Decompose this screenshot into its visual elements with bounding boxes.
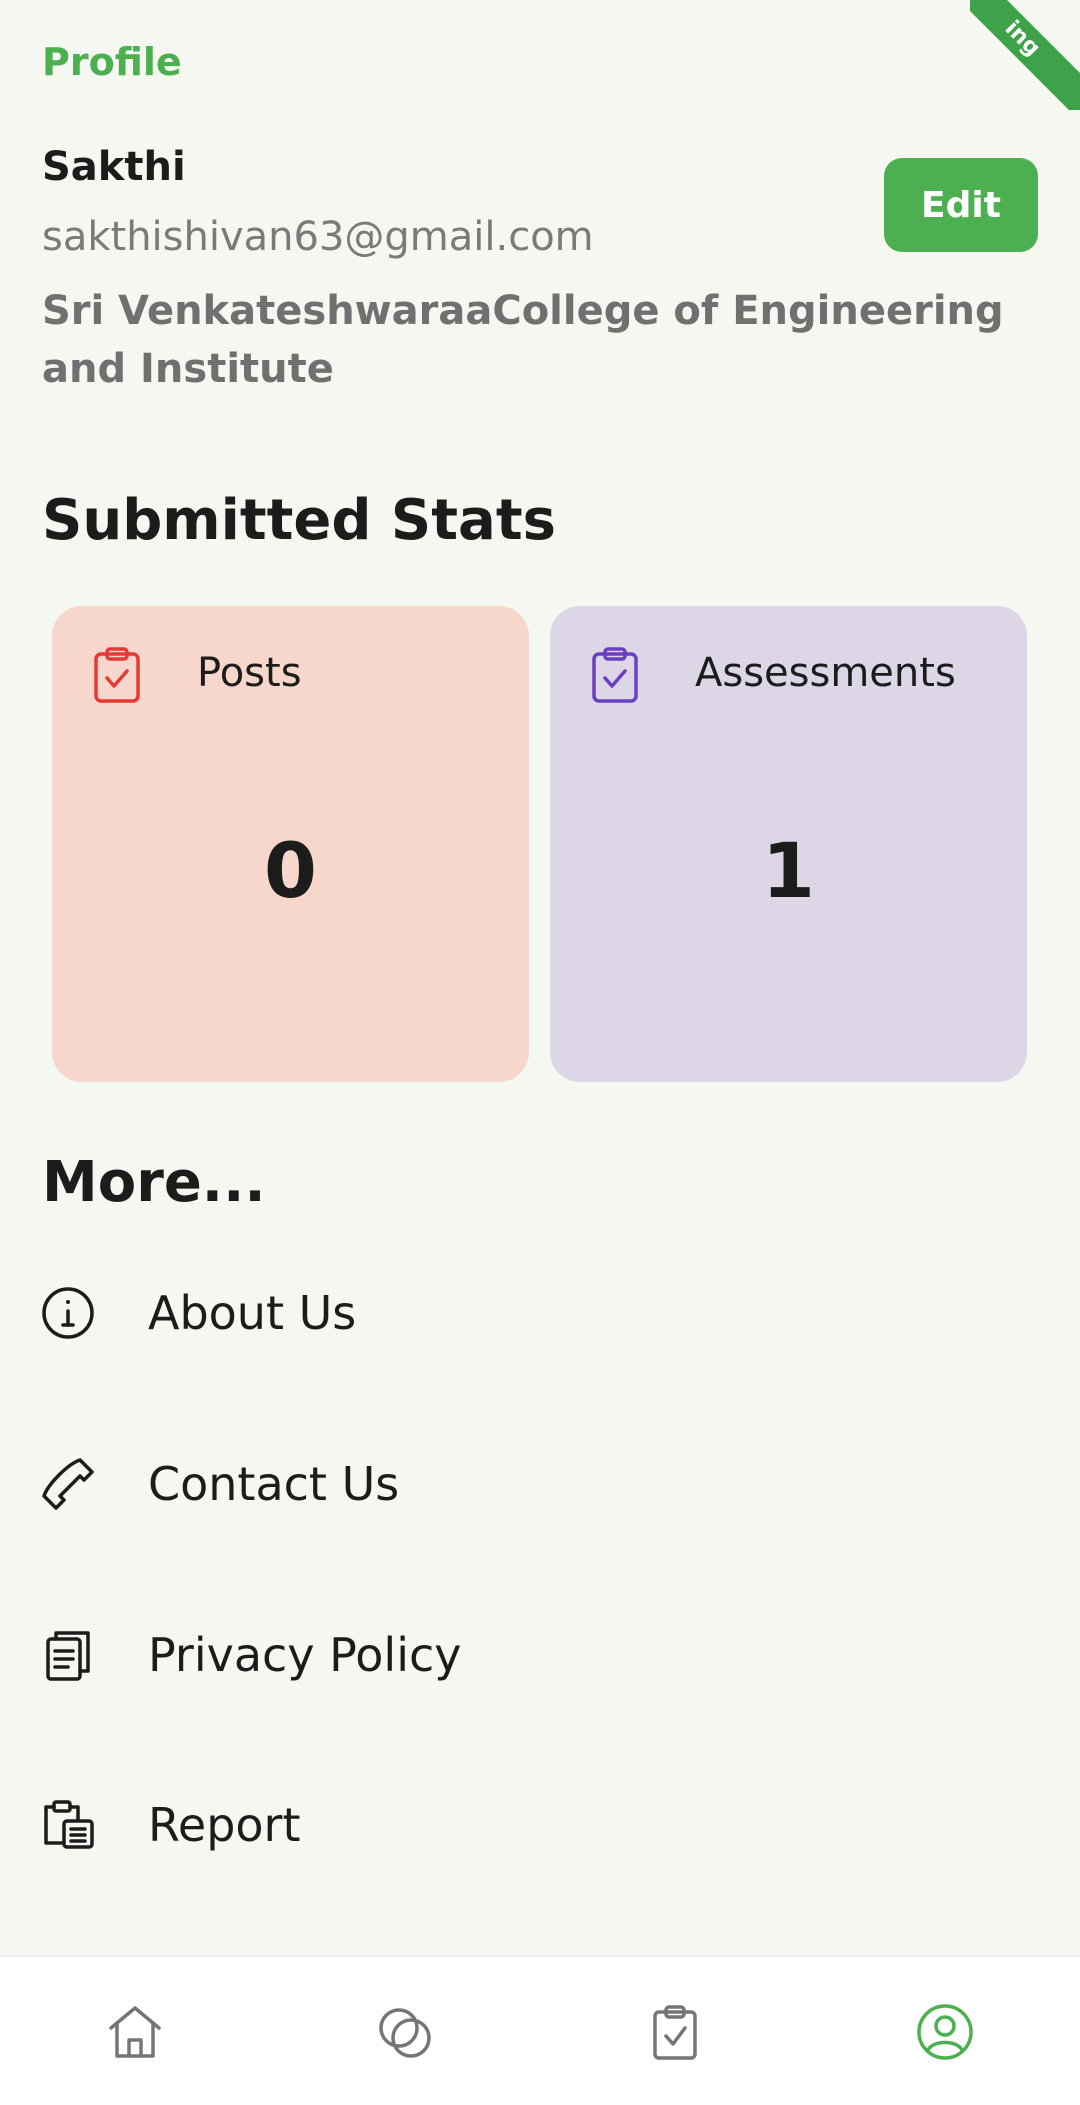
contact-us-label: Contact Us bbox=[148, 1457, 400, 1511]
nav-explore[interactable] bbox=[270, 1957, 540, 2105]
circles-icon bbox=[379, 2008, 431, 2058]
user-email: sakthishivan63@gmail.com bbox=[42, 214, 594, 260]
report-item[interactable]: Report bbox=[0, 1770, 1080, 1880]
profile-screen: ing Profile Sakthi sakthishivan63@gmail.… bbox=[0, 0, 1080, 2105]
bottom-navigation bbox=[0, 1955, 1080, 2105]
assessments-stat-card[interactable]: Assessments 1 bbox=[550, 606, 1027, 1082]
about-us-item[interactable]: About Us bbox=[0, 1258, 1080, 1368]
report-label: Report bbox=[148, 1798, 301, 1852]
info-icon bbox=[42, 1287, 94, 1339]
privacy-policy-item[interactable]: Privacy Policy bbox=[0, 1600, 1080, 1710]
debug-ribbon-label: ing bbox=[970, 0, 1080, 110]
report-icon bbox=[44, 1800, 94, 1849]
more-section-title: More... bbox=[42, 1150, 266, 1215]
clipboard-check-icon bbox=[94, 647, 140, 703]
document-icon bbox=[46, 1631, 90, 1681]
nav-assessments[interactable] bbox=[540, 1957, 810, 2105]
page-title: Profile bbox=[42, 40, 182, 84]
posts-label: Posts bbox=[197, 650, 302, 696]
nav-profile[interactable] bbox=[810, 1957, 1080, 2105]
clipboard-check-icon bbox=[653, 2005, 697, 2060]
profile-icon bbox=[917, 2004, 973, 2060]
home-icon bbox=[109, 2006, 161, 2058]
posts-count: 0 bbox=[264, 826, 317, 915]
user-name: Sakthi bbox=[42, 144, 186, 190]
about-us-label: About Us bbox=[148, 1286, 357, 1340]
assessments-count: 1 bbox=[762, 826, 815, 915]
phone-icon bbox=[42, 1458, 94, 1510]
posts-stat-card[interactable]: Posts 0 bbox=[52, 606, 529, 1082]
stats-section-title: Submitted Stats bbox=[42, 488, 556, 553]
contact-us-item[interactable]: Contact Us bbox=[0, 1429, 1080, 1539]
user-college: Sri VenkateshwaraaCollege of Engineering… bbox=[42, 288, 1004, 392]
debug-ribbon: ing bbox=[970, 0, 1080, 110]
assessments-label: Assessments bbox=[695, 650, 956, 696]
clipboard-check-icon bbox=[592, 647, 638, 703]
edit-profile-button[interactable]: Edit bbox=[884, 158, 1038, 252]
privacy-policy-label: Privacy Policy bbox=[148, 1628, 462, 1682]
nav-home[interactable] bbox=[0, 1957, 270, 2105]
